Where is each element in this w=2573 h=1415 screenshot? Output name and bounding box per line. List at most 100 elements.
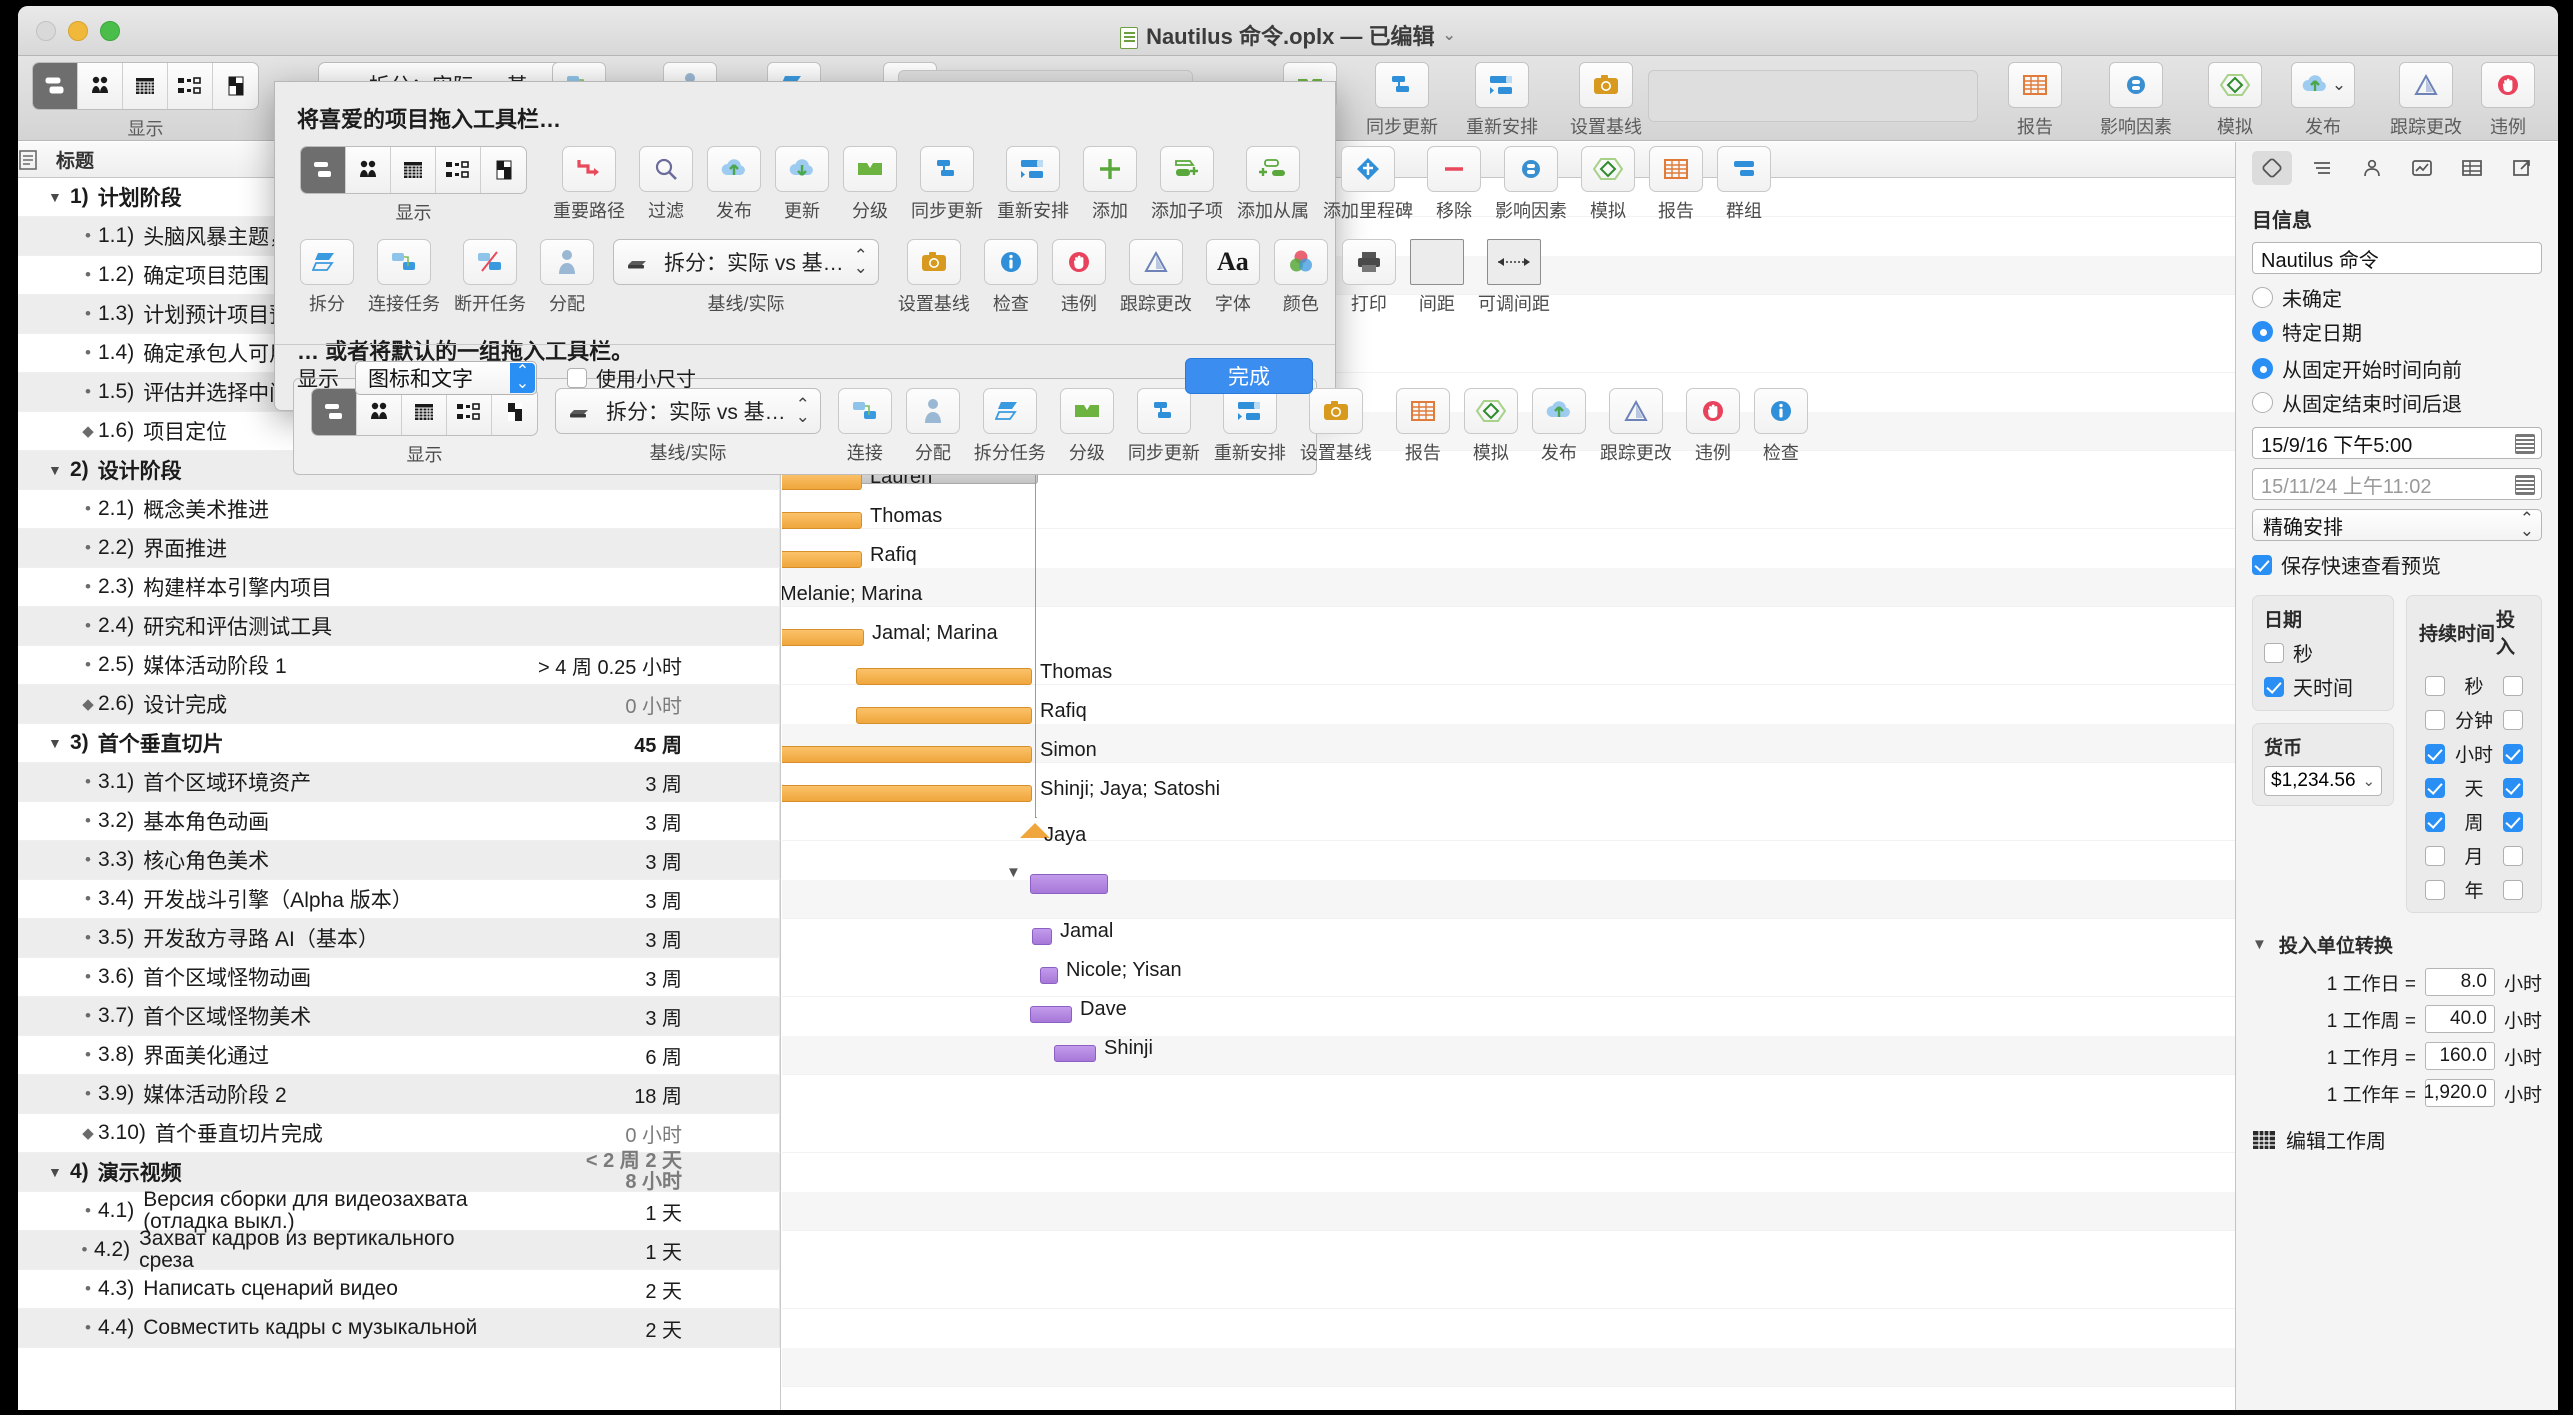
toolbar-group-track[interactable]: 跟踪更改 — [2390, 62, 2462, 139]
stepper-icon[interactable]: ⌃⌄ — [510, 362, 535, 393]
conversion-input[interactable]: 1,920.0 — [2424, 1079, 2495, 1107]
toolbar-group-impact[interactable]: 影响因素 — [2100, 62, 2172, 139]
row-duration[interactable]: 3 周 — [496, 963, 696, 992]
palette-item-simulate[interactable]: 模拟 — [1574, 146, 1642, 223]
palette-item-report[interactable]: 报告 — [1642, 146, 1710, 223]
row-duration[interactable]: 0 小时 — [496, 1119, 696, 1148]
critical-path-icon[interactable] — [562, 146, 616, 192]
disclosure-triangle-icon[interactable]: ▼ — [48, 735, 70, 751]
palette-item-connect[interactable]: 连接任务 — [361, 239, 447, 316]
table-row[interactable]: ▼ 4) 演示视频 < 2 周 2 天8 小时 — [18, 1151, 780, 1193]
checkbox[interactable] — [2264, 642, 2284, 663]
view-calendar-icon[interactable] — [123, 63, 168, 109]
table-row[interactable]: • 2.5) 媒体活动阶段 1 > 4 周 0.25 小时 — [18, 646, 780, 685]
table-row[interactable]: • 4.3) Написать сценарий видео 2 天 — [18, 1270, 780, 1309]
table-row[interactable]: • 3.8) 界面美化通过 6 周 — [18, 1036, 780, 1075]
row-duration[interactable]: 2 天 — [496, 1275, 696, 1304]
view-resources-icon[interactable] — [78, 63, 123, 109]
task-bar[interactable] — [782, 473, 862, 490]
table-row[interactable]: • 2.2) 界面推进 — [18, 529, 780, 568]
disclosure-triangle-icon[interactable]: ▼ — [48, 1164, 70, 1180]
palette-item-violation[interactable]: 违例 — [1045, 239, 1113, 316]
camera-icon[interactable] — [906, 239, 961, 285]
track-changes-icon[interactable] — [1608, 388, 1663, 434]
task-bar[interactable] — [782, 785, 1032, 802]
info-icon[interactable] — [1753, 388, 1808, 434]
violation-button[interactable] — [2481, 62, 2535, 108]
milestone-icon[interactable] — [1341, 146, 1395, 192]
report-table-icon[interactable] — [1649, 146, 1703, 192]
summary-bar[interactable] — [1030, 874, 1108, 894]
palette-item-critical-path[interactable]: 重要路径 — [546, 146, 632, 223]
violation-hand-icon[interactable] — [1685, 388, 1740, 434]
view-gantt-icon[interactable] — [33, 63, 78, 109]
toolbar-group-simulate[interactable]: 模拟 — [2208, 62, 2262, 139]
start-date-field[interactable]: 15/9/16 下午5:00 — [2252, 427, 2542, 459]
conversion-row-year[interactable]: 1 工作年 = 1,920.0 小时 — [2252, 1079, 2542, 1107]
publish-button[interactable]: ⌄ — [2291, 62, 2355, 108]
table-row[interactable]: • 2.1) 概念美术推进 — [18, 490, 780, 529]
table-row[interactable]: • 3.7) 首个区域怪物美术 3 周 — [18, 997, 780, 1036]
table-row[interactable]: • 3.4) 开发战斗引擎（Alpha 版本） 3 周 — [18, 880, 780, 919]
inspector-panel[interactable]: 目信息 Nautilus 命令 未确定 特定日期 从固定开始时间向前 从固定结束… — [2235, 142, 2558, 1410]
task-bar[interactable] — [1032, 928, 1052, 945]
gantt-row[interactable] — [782, 1192, 2235, 1231]
palette-item-track-changes[interactable]: 跟踪更改 — [1113, 239, 1199, 316]
toolbar-group-violation[interactable]: 违例 — [2481, 62, 2535, 139]
radio-backward-from-end[interactable]: 从固定结束时间后退 — [2252, 388, 2542, 417]
gantt-row[interactable] — [782, 568, 2235, 607]
palette-item-flexible-space[interactable]: 可调间距 — [1471, 239, 1557, 316]
checkbox-duration[interactable] — [2425, 777, 2446, 798]
table-row[interactable]: ◆ 2.6) 设计完成 0 小时 — [18, 685, 780, 724]
task-bar[interactable] — [782, 512, 862, 529]
disclosure-triangle-icon[interactable]: ▼ — [48, 189, 70, 205]
add-child-icon[interactable] — [1160, 146, 1214, 192]
update-cloud-down-icon[interactable] — [775, 146, 829, 192]
tab-list-icon[interactable] — [2302, 151, 2342, 185]
gantt-row[interactable] — [782, 958, 2235, 997]
checkbox-effort[interactable] — [2503, 743, 2523, 764]
checkbox[interactable] — [567, 367, 587, 388]
palette-item-level[interactable]: 分级 — [836, 146, 904, 223]
palette-item-milestone[interactable]: 添加里程碑 — [1316, 146, 1420, 223]
plus-icon[interactable] — [1083, 146, 1137, 192]
task-bar[interactable] — [782, 551, 862, 568]
task-bar[interactable] — [782, 629, 864, 646]
table-row[interactable]: ▼ 3) 首个垂直切片 45 周 — [18, 724, 780, 763]
palette-item-publish[interactable]: 发布 — [700, 146, 768, 223]
palette-item-group[interactable]: 群组 — [1710, 146, 1778, 223]
quicklook-checkbox-row[interactable]: 保存快速查看预览 — [2252, 550, 2542, 579]
simulate-icon[interactable] — [1581, 146, 1635, 192]
checkbox-effort[interactable] — [2503, 811, 2523, 832]
gantt-row[interactable] — [782, 490, 2235, 529]
checkbox-effort[interactable] — [2503, 675, 2523, 696]
row-duration[interactable]: 45 周 — [496, 729, 696, 758]
end-date-field[interactable]: 15/11/24 上午11:02 — [2252, 468, 2542, 500]
row-duration[interactable]: 3 周 — [496, 1002, 696, 1031]
palette-item-disconnect[interactable]: 断开任务 — [447, 239, 533, 316]
conversion-input[interactable]: 160.0 — [2424, 1042, 2495, 1070]
baseline-popup-button[interactable]: 拆分：实际 vs 基… ⌃⌄ — [613, 239, 879, 285]
conversion-input[interactable]: 8.0 — [2424, 968, 2495, 996]
default-item-inspect[interactable]: 检查 — [1747, 388, 1815, 465]
font-Aa-icon[interactable]: Aa — [1205, 239, 1260, 285]
palette-item-sync[interactable]: 同步更新 — [904, 146, 990, 223]
view-network-icon[interactable] — [436, 147, 481, 193]
flexible-space-icon[interactable] — [1486, 239, 1541, 285]
palette-item-add[interactable]: 添加 — [1076, 146, 1144, 223]
default-item-simulate[interactable]: 模拟 — [1457, 388, 1525, 465]
conversion-row-day[interactable]: 1 工作日 = 8.0 小时 — [2252, 968, 2542, 996]
palette-item-add-child[interactable]: 添加子项 — [1144, 146, 1230, 223]
radio-undetermined[interactable]: 未确定 — [2252, 283, 2542, 312]
palette-item-inspect[interactable]: 检查 — [977, 239, 1045, 316]
small-size-checkbox-row[interactable]: 使用小尺寸 — [567, 363, 696, 392]
task-bar[interactable] — [856, 668, 1032, 685]
gantt-row[interactable] — [782, 1036, 2235, 1075]
level-icon[interactable] — [843, 146, 897, 192]
space-icon[interactable] — [1409, 239, 1464, 285]
disclosure-triangle-icon[interactable]: ▼ — [2252, 936, 2267, 953]
disclosure-triangle-icon[interactable]: ▼ — [48, 462, 70, 478]
default-item-violation[interactable]: 违例 — [1679, 388, 1747, 465]
radio-button[interactable] — [2252, 287, 2273, 308]
simulate-icon[interactable] — [1463, 388, 1518, 434]
